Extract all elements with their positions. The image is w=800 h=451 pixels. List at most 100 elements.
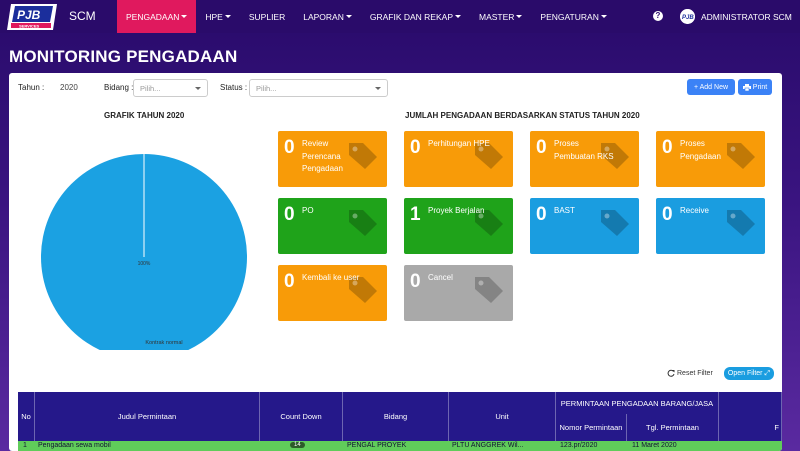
tile-count: 0 (536, 204, 547, 225)
nav-item-label: GRAFIK DAN REKAP (369, 11, 453, 22)
countdown-badge: 14 (290, 442, 305, 448)
tile-label: Perhitungan HPE (428, 139, 490, 148)
header-judul[interactable]: Judul Permintaan (35, 392, 260, 441)
status-title: JUMLAH PENGADAAN BERDASARKAN STATUS TAHU… (405, 111, 640, 120)
cell-no: 1 (23, 442, 27, 449)
chevron-down-icon (375, 87, 381, 90)
cell-judul[interactable]: Pengadaan sewa mobil (38, 442, 111, 449)
pie-chart: 100% Kontrak normal (41, 154, 247, 350)
caret-down-icon (516, 15, 523, 18)
pie-slice-label: 100% (138, 261, 151, 267)
tahun-label: Tahun : (18, 83, 45, 92)
cell-unit: PLTU ANGGREK Wil... (452, 442, 524, 449)
tile-count: 0 (662, 137, 673, 158)
help-icon[interactable]: ? (653, 11, 663, 21)
tile-label: Kembali ke user (302, 273, 360, 282)
page-title: MONITORING PENGADAAN (9, 47, 238, 66)
tile-label: Receive (680, 206, 709, 215)
expand-icon: ⤢ (764, 369, 771, 377)
bidang-select[interactable]: Pilih... (133, 79, 208, 97)
nav-item-label: PENGATURAN (540, 11, 599, 22)
svg-text:PJB: PJB (17, 8, 41, 22)
nav-item-master[interactable]: MASTER (470, 0, 531, 33)
status-placeholder: Pilih... (256, 84, 277, 93)
tile-label: PO (302, 206, 314, 215)
status-tile-proyek-berjalan[interactable]: 1 Proyek Berjalan (404, 198, 513, 254)
chart-title: GRAFIK TAHUN 2020 (104, 111, 185, 120)
tile-count: 0 (410, 137, 421, 158)
nav-item-hpe[interactable]: HPE (196, 0, 239, 33)
nav-item-label: LAPORAN (303, 11, 344, 22)
nav-item-suplier[interactable]: SUPLIER (240, 0, 294, 33)
tile-label: BAST (554, 206, 575, 215)
caret-down-icon (455, 15, 461, 18)
printer-icon (742, 83, 751, 91)
table-row[interactable]: 1 Pengadaan sewa mobil 14 PENGAL PROYEK … (18, 441, 782, 451)
tile-count: 0 (284, 204, 295, 225)
tile-count: 0 (536, 137, 547, 158)
open-filter-label: Open Filter (727, 370, 763, 377)
status-select[interactable]: Pilih... (249, 79, 388, 97)
open-filter-button[interactable]: Open Filter ⤢ (724, 367, 774, 380)
bidang-placeholder: Pilih... (140, 84, 161, 93)
nav-item-label: HPE (205, 11, 223, 22)
cell-nomor: 123.pr/2020 (560, 442, 598, 449)
status-label: Status : (220, 83, 248, 92)
nav-item-laporan[interactable]: LAPORAN (294, 0, 361, 33)
add-new-button[interactable]: + Add New (687, 79, 735, 95)
tile-count: 0 (284, 271, 295, 292)
company-logo[interactable]: PJB SERVICES (7, 2, 59, 32)
caret-down-icon (181, 15, 188, 18)
filter-row: Tahun : 2020 Bidang : Pilih... Status : … (9, 73, 782, 103)
refresh-icon (667, 369, 675, 377)
header-extra[interactable]: F (719, 414, 782, 441)
tile-label: Cancel (428, 273, 453, 282)
reset-filter-label: Reset Filter (677, 369, 713, 377)
main-card: Tahun : 2020 Bidang : Pilih... Status : … (9, 73, 782, 451)
tile-count: 0 (662, 204, 673, 225)
header-extra-group (719, 392, 782, 414)
status-tile-po[interactable]: 0 PO (278, 198, 387, 254)
status-tile-perhitungan-hpe[interactable]: 0 Perhitungan HPE (404, 131, 513, 187)
header-nomor[interactable]: Nomor Permintaan (556, 414, 627, 441)
status-tile-proses-pengadaan[interactable]: 0 Proses Pengadaan (656, 131, 765, 187)
main-menu: PENGADAAN HPE SUPLIER LAPORAN GRAFIK DAN REK… (117, 0, 616, 33)
bidang-label: Bidang : (104, 83, 134, 92)
print-button[interactable]: Print (738, 79, 772, 95)
app-brand[interactable]: SCM (69, 9, 96, 23)
nav-item-grafik-dan-rekap[interactable]: GRAFIK DAN REKAP (361, 0, 470, 33)
status-tile-bast[interactable]: 0 BAST (530, 198, 639, 254)
svg-text:SERVICES: SERVICES (19, 23, 39, 28)
tahun-value[interactable]: 2020 (60, 83, 78, 92)
user-name[interactable]: ADMINISTRATOR SCM (701, 12, 792, 22)
user-avatar[interactable]: PJB (680, 9, 695, 24)
tile-count: 1 (410, 204, 421, 225)
pie-legend-label: Kontrak normal (145, 340, 182, 346)
cell-tgl: 11 Maret 2020 (632, 442, 677, 449)
status-tile-receive[interactable]: 0 Receive (656, 198, 765, 254)
chevron-down-icon (195, 87, 201, 90)
caret-down-icon (224, 15, 231, 18)
nav-item-label: PENGADAAN (126, 11, 180, 22)
status-tile-kembali-ke-user[interactable]: 0 Kembali ke user (278, 265, 387, 321)
status-tile-review-perencana-pengadaan[interactable]: 0 Review Perencana Pengadaan (278, 131, 387, 187)
nav-item-pengadaan[interactable]: PENGADAAN (117, 0, 197, 33)
nav-item-label: MASTER (479, 11, 515, 22)
caret-down-icon (345, 15, 352, 18)
status-tile-proses-pembuatan-rks[interactable]: 0 Proses Pembuatan RKS (530, 131, 639, 187)
nav-item-pengaturan[interactable]: PENGATURAN (531, 0, 615, 33)
procurement-table: No Judul Permintaan Count Down Bidang Un… (18, 392, 782, 451)
header-group-permintaan: PERMINTAAN PENGADAAN BARANG/JASA (556, 392, 719, 414)
reset-filter-button[interactable]: Reset Filter (667, 369, 713, 377)
header-countdown[interactable]: Count Down (260, 392, 343, 441)
header-no: No (18, 392, 35, 441)
caret-down-icon (600, 15, 607, 18)
top-navbar: PJB SERVICES SCM PENGADAAN HPE SUPLIER LAPO… (0, 0, 800, 33)
nav-item-label: SUPLIER (248, 11, 286, 22)
status-tile-cancel[interactable]: 0 Cancel (404, 265, 513, 321)
tile-count: 0 (284, 137, 295, 158)
header-unit[interactable]: Unit (449, 392, 556, 441)
svg-text:PJB: PJB (682, 15, 694, 21)
header-bidang[interactable]: Bidang (343, 392, 449, 441)
header-tgl[interactable]: Tgl. Permintaan (627, 414, 719, 441)
